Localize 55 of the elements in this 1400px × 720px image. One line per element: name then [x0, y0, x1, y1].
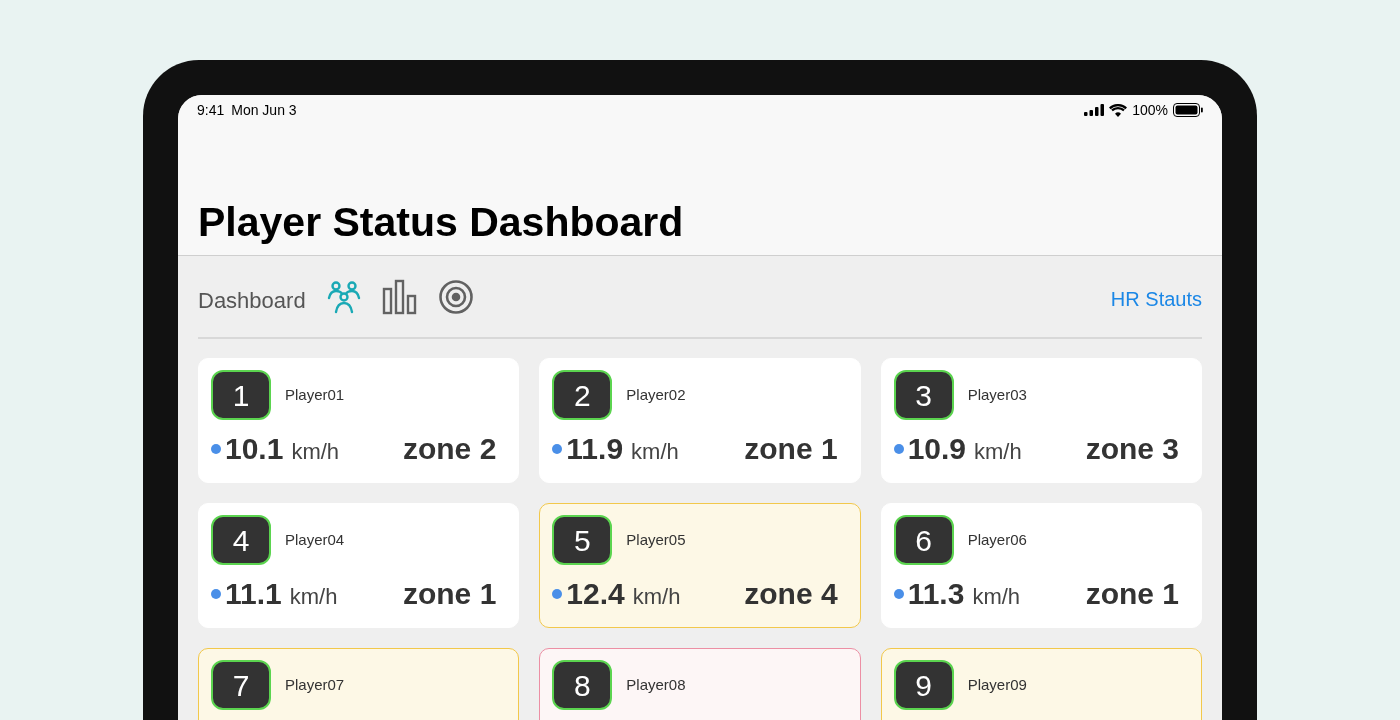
zone-label: zone 1: [402, 579, 497, 609]
player-name: Player04: [285, 529, 345, 550]
speed-value: 11.1: [225, 579, 282, 609]
player-card[interactable]: 6 Player06 11.3 km/h zone 1: [880, 503, 1202, 628]
player-name: Player08: [626, 674, 686, 695]
player-number-badge: 9: [893, 660, 954, 710]
player-name: Player07: [285, 674, 345, 695]
target-tab-icon[interactable]: [437, 278, 474, 315]
player-name: Player05: [626, 529, 686, 550]
player-number-badge: 6: [893, 515, 954, 565]
wifi-icon: [1109, 103, 1128, 117]
player-number-badge: 8: [552, 660, 613, 710]
speed-unit: km/h: [974, 441, 1022, 463]
status-date: Mon Jun 3: [231, 100, 297, 120]
speed-value: 12.4: [566, 579, 625, 609]
player-card[interactable]: 5 Player05 12.4 km/h zone 4: [539, 503, 861, 628]
player-number-badge: 4: [211, 515, 271, 565]
player-card[interactable]: 2 Player02 11.9 km/h zone 1: [539, 358, 861, 483]
player-card[interactable]: 7 Player07: [198, 648, 520, 720]
speed-unit: km/h: [631, 441, 679, 463]
page-title: Player Status Dashboard: [198, 202, 684, 243]
player-card[interactable]: 9 Player09: [880, 648, 1202, 720]
speed-value: 11.9: [566, 434, 624, 464]
bars-tab-icon[interactable]: [381, 278, 418, 315]
player-card[interactable]: 3 Player03 10.9 km/h zone 3: [880, 358, 1202, 483]
speed-value: 10.1: [225, 434, 284, 464]
zone-label: zone 2: [402, 434, 497, 464]
player-number-badge: 7: [211, 660, 271, 710]
player-card[interactable]: 8 Player08: [539, 648, 861, 720]
signal-icon: [1084, 104, 1105, 116]
player-name: Player06: [967, 529, 1027, 550]
zone-label: zone 1: [1085, 579, 1179, 609]
zone-label: zone 3: [1085, 434, 1179, 464]
speed-unit: km/h: [972, 586, 1021, 608]
battery-percent: 100%: [1132, 100, 1168, 120]
speed-unit: km/h: [632, 586, 681, 608]
player-number-badge: 1: [211, 370, 271, 420]
player-card[interactable]: 4 Player04 11.1 km/h zone 1: [198, 503, 520, 628]
speed-value: 11.3: [907, 579, 965, 609]
player-number-badge: 2: [552, 370, 613, 420]
player-name: Player01: [285, 384, 345, 405]
section-label: Dashboard: [198, 287, 306, 315]
status-time: 9:41: [197, 100, 225, 120]
speed-value: 10.9: [907, 434, 967, 464]
player-name: Player03: [967, 384, 1027, 405]
player-name: Player09: [967, 674, 1027, 695]
speed-unit: km/h: [291, 441, 340, 463]
player-card[interactable]: 1 Player01 10.1 km/h zone 2: [198, 358, 520, 483]
speed-unit: km/h: [289, 586, 338, 608]
zone-label: zone 1: [744, 434, 838, 464]
player-number-badge: 5: [552, 515, 613, 565]
zone-label: zone 4: [744, 579, 838, 609]
player-number-badge: 3: [893, 370, 954, 420]
battery-icon: [1173, 103, 1203, 117]
player-name: Player02: [626, 384, 686, 405]
